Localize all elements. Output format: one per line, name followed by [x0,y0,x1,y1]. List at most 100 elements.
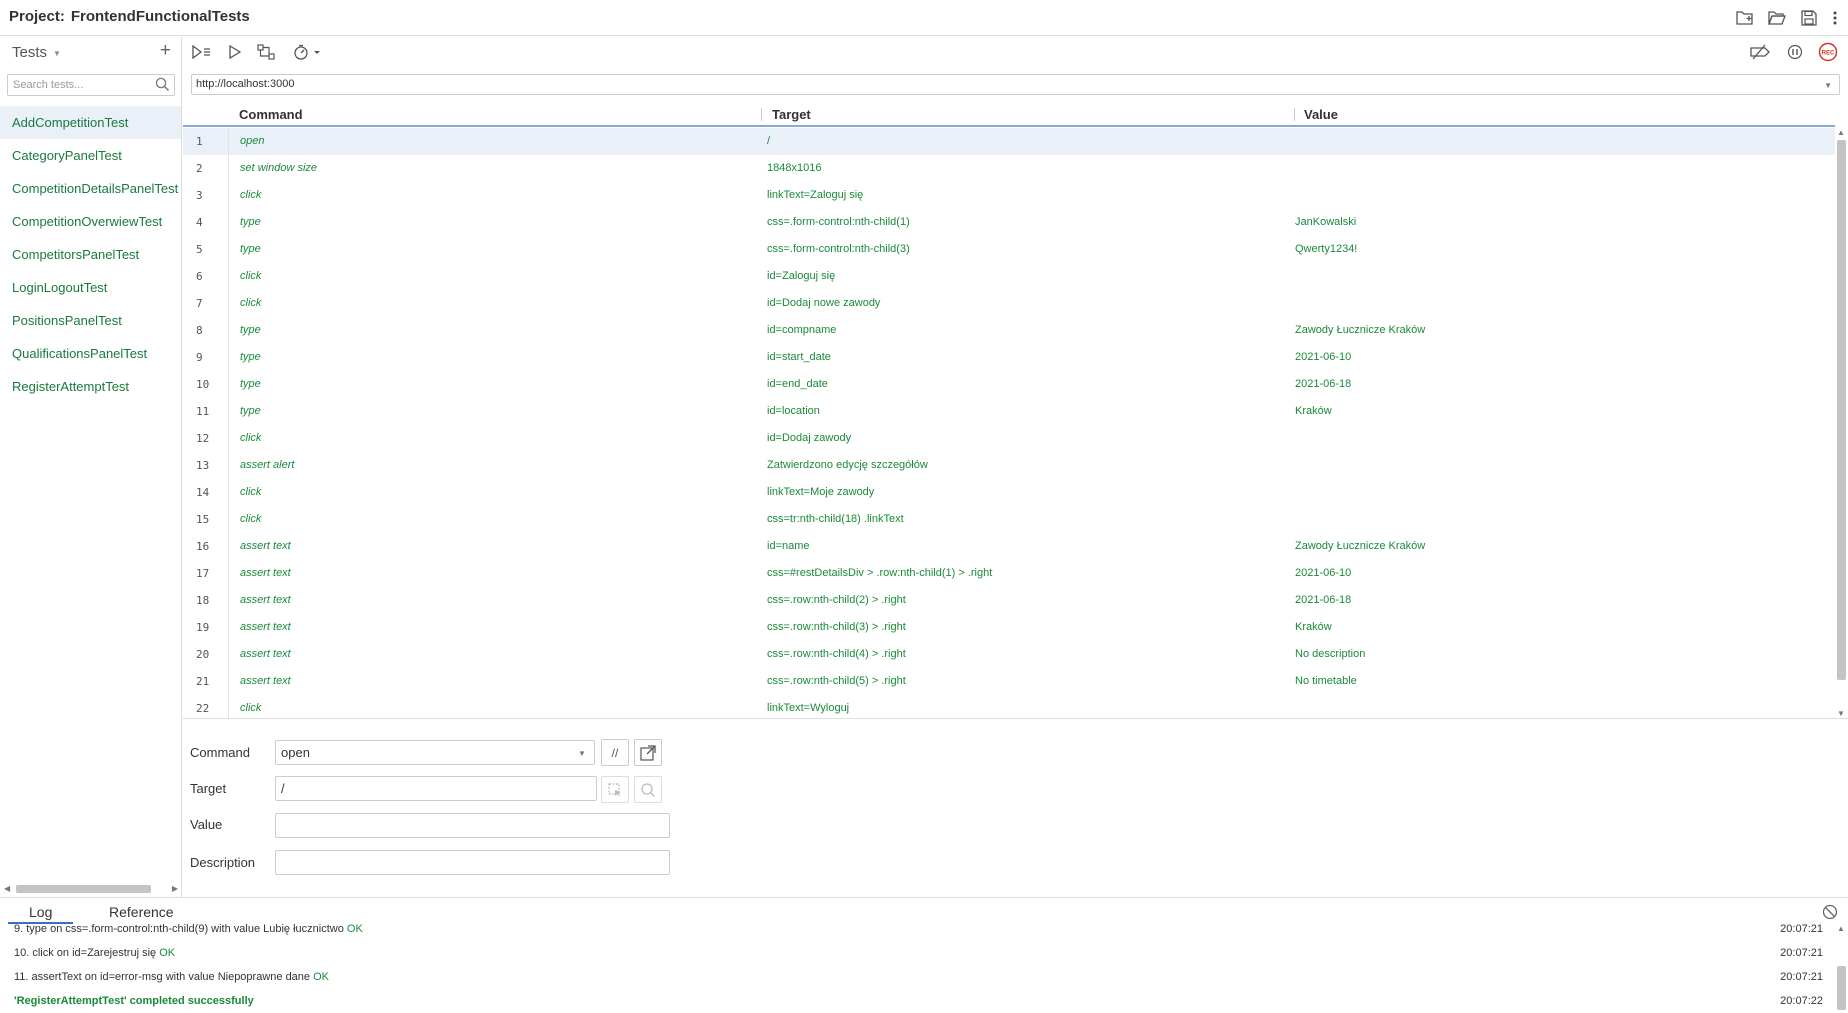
chevron-down-icon[interactable]: ▼ [1824,81,1832,90]
scroll-up-icon[interactable]: ▲ [1837,924,1845,933]
test-item[interactable]: CompetitionDetailsPanelTest [0,172,181,205]
test-item[interactable]: PositionsPanelTest [0,304,181,337]
command-row[interactable]: 21 assert text css=.row:nth-child(5) > .ri… [183,668,1835,695]
search-box [7,74,175,96]
command-row[interactable]: 13 assert alert Zatwierdzono edycję szczeg… [183,452,1835,479]
row-command: type [240,351,261,363]
scroll-left-icon[interactable]: ◀ [4,884,10,893]
test-item[interactable]: QualificationsPanelTest [0,337,181,370]
row-command: type [240,243,261,255]
more-menu-icon[interactable] [1830,7,1840,29]
row-command: type [240,405,261,417]
command-row[interactable]: 22 click linkText=Wyloguj [183,695,1835,718]
search-icon[interactable] [155,77,170,95]
command-select[interactable] [275,740,595,765]
log-status: OK [159,947,176,959]
target-input[interactable] [275,776,597,801]
command-row[interactable]: 10 type id=end_date 2021-06-18 [183,371,1835,398]
scroll-right-icon[interactable]: ▶ [172,884,178,893]
pause-icon[interactable] [1783,42,1807,62]
select-target-icon[interactable] [601,776,629,803]
row-target: id=Zaloguj się [767,270,836,282]
command-row[interactable]: 6 click id=Zaloguj się [183,263,1835,290]
row-number: 3 [183,182,229,209]
scroll-down-icon[interactable]: ▼ [1837,709,1845,718]
project-name[interactable]: FrontendFunctionalTests [71,8,250,25]
row-number: 17 [183,560,229,587]
chevron-down-icon[interactable]: ▼ [578,749,586,758]
command-row[interactable]: 7 click id=Dodaj nowe zawody [183,290,1835,317]
table-vertical-scrollbar[interactable]: ▲ ▼ [1835,128,1848,718]
command-row[interactable]: 2 set window size 1848x1016 [183,155,1835,182]
scrollbar-thumb[interactable] [1837,966,1846,1010]
row-value: Zawody Łucznicze Kraków [1295,540,1426,552]
command-row[interactable]: 3 click linkText=Zaloguj się [183,182,1835,209]
description-input[interactable] [275,850,670,875]
log-status: OK [346,924,363,935]
test-item[interactable]: CompetitorsPanelTest [0,238,181,271]
row-number: 11 [183,398,229,425]
row-command: click [240,432,262,444]
disable-breakpoints-icon[interactable] [1748,42,1772,62]
scroll-up-icon[interactable]: ▲ [1837,128,1845,137]
row-number: 10 [183,371,229,398]
test-item[interactable]: CategoryPanelTest [0,139,181,172]
command-row[interactable]: 20 assert text css=.row:nth-child(4) > .ri… [183,641,1835,668]
tests-dropdown[interactable]: Tests [12,44,47,61]
command-row[interactable]: 4 type css=.form-control:nth-child(1) JanKo… [183,209,1835,236]
command-row[interactable]: 8 type id=compname Zawody Łucznicze Kraków [183,317,1835,344]
command-row[interactable]: 19 assert text css=.row:nth-child(3) > .ri… [183,614,1835,641]
command-row[interactable]: 1 open / [183,128,1835,155]
clear-log-icon[interactable] [1822,904,1838,923]
run-all-icon[interactable] [190,42,214,62]
new-project-icon[interactable] [1734,7,1756,29]
scrollbar-thumb[interactable] [1837,140,1846,680]
open-project-icon[interactable] [1766,7,1788,29]
command-row[interactable]: 17 assert text css=#restDetailsDiv > .row:… [183,560,1835,587]
column-divider[interactable] [1294,108,1295,121]
log-vertical-scrollbar[interactable]: ▲ [1835,924,1848,1013]
command-row[interactable]: 11 type id=location Kraków [183,398,1835,425]
column-divider[interactable] [761,108,762,121]
log-time: 20:07:21 [1780,971,1823,983]
sidebar-horizontal-scrollbar[interactable]: ◀ ▶ [4,883,178,895]
command-row[interactable]: 9 type id=start_date 2021-06-10 [183,344,1835,371]
record-icon[interactable]: REC [1816,42,1840,62]
row-command: click [240,297,262,309]
tests-sidebar: Tests ▼ + AddCompetitionTest CategoryPan… [0,37,182,897]
scrollbar-thumb[interactable] [16,885,151,893]
row-command: type [240,378,261,390]
speed-icon[interactable] [291,42,325,62]
command-row[interactable]: 12 click id=Dodaj zawody [183,425,1835,452]
column-header-value: Value [1304,107,1338,122]
tab-log[interactable]: Log [8,904,74,924]
row-command: click [240,486,262,498]
row-target: css=.row:nth-child(3) > .right [767,621,906,633]
test-item[interactable]: AddCompetitionTest [0,106,181,139]
command-row[interactable]: 16 assert text id=name Zawody Łucznicze Kra… [183,533,1835,560]
log-text: 11. assertText on id=error-msg with valu… [14,971,314,983]
add-test-button[interactable]: + [160,40,171,62]
command-row[interactable]: 15 click css=tr:nth-child(18) .linkText [183,506,1835,533]
row-number: 14 [183,479,229,506]
command-row[interactable]: 5 type css=.form-control:nth-child(3) Qwert… [183,236,1835,263]
comment-button[interactable]: // [601,739,629,766]
find-target-icon[interactable] [634,776,662,803]
value-input[interactable] [275,813,670,838]
chevron-down-icon[interactable]: ▼ [53,49,61,58]
test-item[interactable]: LoginLogoutTest [0,271,181,304]
row-target: css=tr:nth-child(18) .linkText [767,513,904,525]
search-tests-input[interactable] [8,75,148,95]
test-item[interactable]: RegisterAttemptTest [0,370,181,403]
run-current-icon[interactable] [223,42,247,62]
row-number: 4 [183,209,229,236]
comment-button-label: // [611,745,619,760]
command-row[interactable]: 18 assert text css=.row:nth-child(2) > .ri… [183,587,1835,614]
open-reference-icon[interactable] [634,739,662,766]
step-over-icon[interactable] [254,42,278,62]
tab-reference[interactable]: Reference [109,904,174,920]
command-row[interactable]: 14 click linkText=Moje zawody [183,479,1835,506]
test-item[interactable]: CompetitionOverwiewTest [0,205,181,238]
save-project-icon[interactable] [1798,7,1820,29]
base-url-select[interactable]: http://localhost:3000 ▼ [191,74,1840,95]
